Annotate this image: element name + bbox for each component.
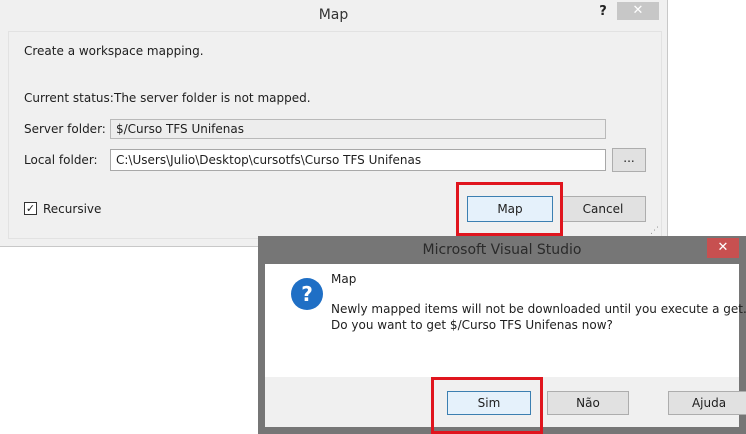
recursive-checkbox[interactable]: ✓ <box>24 202 37 215</box>
browse-button[interactable]: ... <box>612 148 646 172</box>
server-folder-label: Server folder: <box>24 122 106 136</box>
current-status-label: Current status: <box>24 91 114 105</box>
current-status-value: The server folder is not mapped. <box>114 91 311 105</box>
help-button-ajuda[interactable]: Ajuda <box>668 391 746 415</box>
help-button[interactable]: ? <box>594 3 612 21</box>
local-folder-input[interactable]: C:\Users\Julio\Desktop\cursotfs\Curso TF… <box>110 149 606 171</box>
message-box-close-button[interactable]: ✕ <box>707 238 739 258</box>
message-box-title: Microsoft Visual Studio <box>422 242 582 258</box>
local-folder-label: Local folder: <box>24 153 98 167</box>
close-button[interactable]: ✕ <box>617 2 659 20</box>
message-line-2: Do you want to get $/Curso TFS Unifenas … <box>331 318 613 332</box>
description-text: Create a workspace mapping. <box>24 44 204 58</box>
map-button-highlight <box>456 182 563 236</box>
question-icon: ? <box>291 278 323 310</box>
message-line-1: Newly mapped items will not be downloade… <box>331 302 746 316</box>
cancel-button[interactable]: Cancel <box>560 196 646 222</box>
map-dialog: Map ? ✕ Create a workspace mapping. Curr… <box>0 0 668 247</box>
map-dialog-titlebar[interactable]: Map ? ✕ <box>0 0 667 31</box>
message-box-content: ? Map Newly mapped items will not be dow… <box>265 264 746 377</box>
sim-button-highlight <box>431 377 543 434</box>
recursive-label: Recursive <box>43 202 102 216</box>
no-button[interactable]: Não <box>547 391 629 415</box>
map-dialog-title: Map <box>318 7 349 23</box>
message-heading: Map <box>331 272 357 286</box>
server-folder-field[interactable]: $/Curso TFS Unifenas <box>110 119 606 139</box>
